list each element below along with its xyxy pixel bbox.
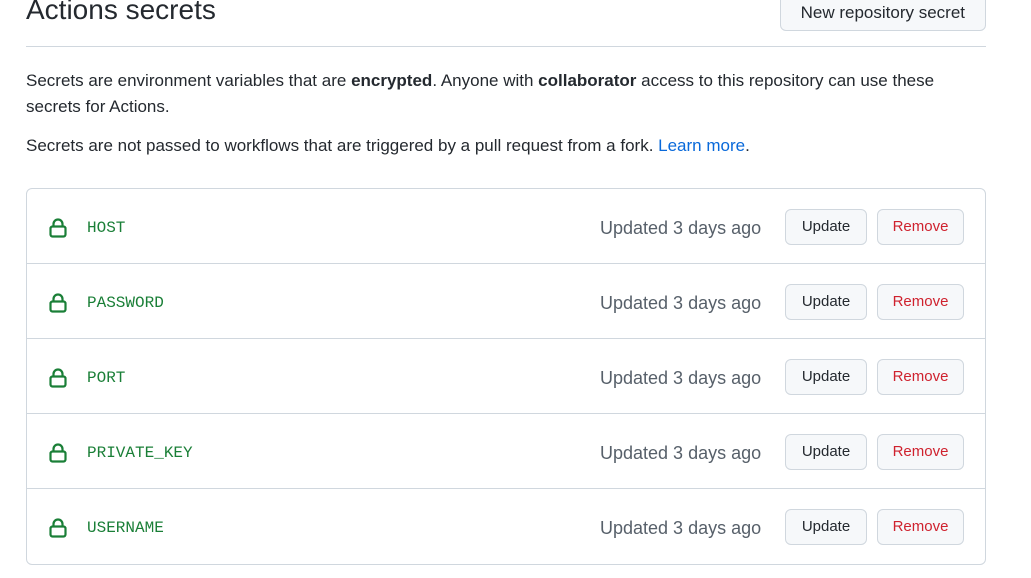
lock-icon	[49, 518, 67, 538]
secret-name: USERNAME	[87, 519, 164, 537]
secrets-description: Secrets are environment variables that a…	[26, 71, 935, 116]
secret-name: HOST	[87, 219, 126, 237]
remove-secret-button[interactable]: Remove	[877, 359, 964, 395]
lock-icon	[49, 293, 67, 313]
secret-updated-time: Updated 3 days ago	[600, 518, 762, 538]
remove-secret-button[interactable]: Remove	[877, 209, 964, 245]
secrets-list: HOST Updated 3 days ago Update Remove PA…	[26, 188, 986, 565]
update-secret-button[interactable]: Update	[785, 284, 867, 320]
lock-icon	[49, 218, 67, 238]
update-secret-button[interactable]: Update	[785, 209, 867, 245]
remove-secret-button[interactable]: Remove	[877, 284, 964, 320]
actions-secrets-page: Actions secrets New repository secret Se…	[0, 0, 1031, 578]
secret-row-port: PORT Updated 3 days ago Update Remove	[27, 339, 985, 414]
secret-row-password: PASSWORD Updated 3 days ago Update Remov…	[27, 264, 985, 339]
update-secret-button[interactable]: Update	[785, 434, 867, 470]
encrypted-emphasis: encrypted	[351, 71, 433, 90]
secret-name: PASSWORD	[87, 294, 164, 312]
secret-updated-time: Updated 3 days ago	[600, 218, 762, 238]
lock-icon	[49, 368, 67, 388]
secret-updated-time: Updated 3 days ago	[600, 368, 762, 388]
page-header: Actions secrets New repository secret	[26, 0, 986, 47]
lock-icon	[49, 443, 67, 463]
page-title: Actions secrets	[26, 0, 216, 25]
secret-name: PRIVATE_KEY	[87, 444, 193, 462]
collaborator-emphasis: collaborator	[538, 71, 637, 90]
secret-name: PORT	[87, 369, 126, 387]
remove-secret-button[interactable]: Remove	[877, 434, 964, 470]
new-repository-secret-button[interactable]: New repository secret	[779, 0, 986, 31]
learn-more-link[interactable]: Learn more	[658, 136, 745, 155]
secret-row-host: HOST Updated 3 days ago Update Remove	[27, 189, 985, 264]
secret-row-private-key: PRIVATE_KEY Updated 3 days ago Update Re…	[27, 414, 985, 489]
fork-notice: Secrets are not passed to workflows that…	[26, 136, 750, 155]
secret-updated-time: Updated 3 days ago	[600, 293, 762, 313]
remove-secret-button[interactable]: Remove	[877, 509, 964, 545]
update-secret-button[interactable]: Update	[785, 509, 867, 545]
secret-row-username: USERNAME Updated 3 days ago Update Remov…	[27, 489, 985, 564]
update-secret-button[interactable]: Update	[785, 359, 867, 395]
secret-updated-time: Updated 3 days ago	[600, 443, 762, 463]
